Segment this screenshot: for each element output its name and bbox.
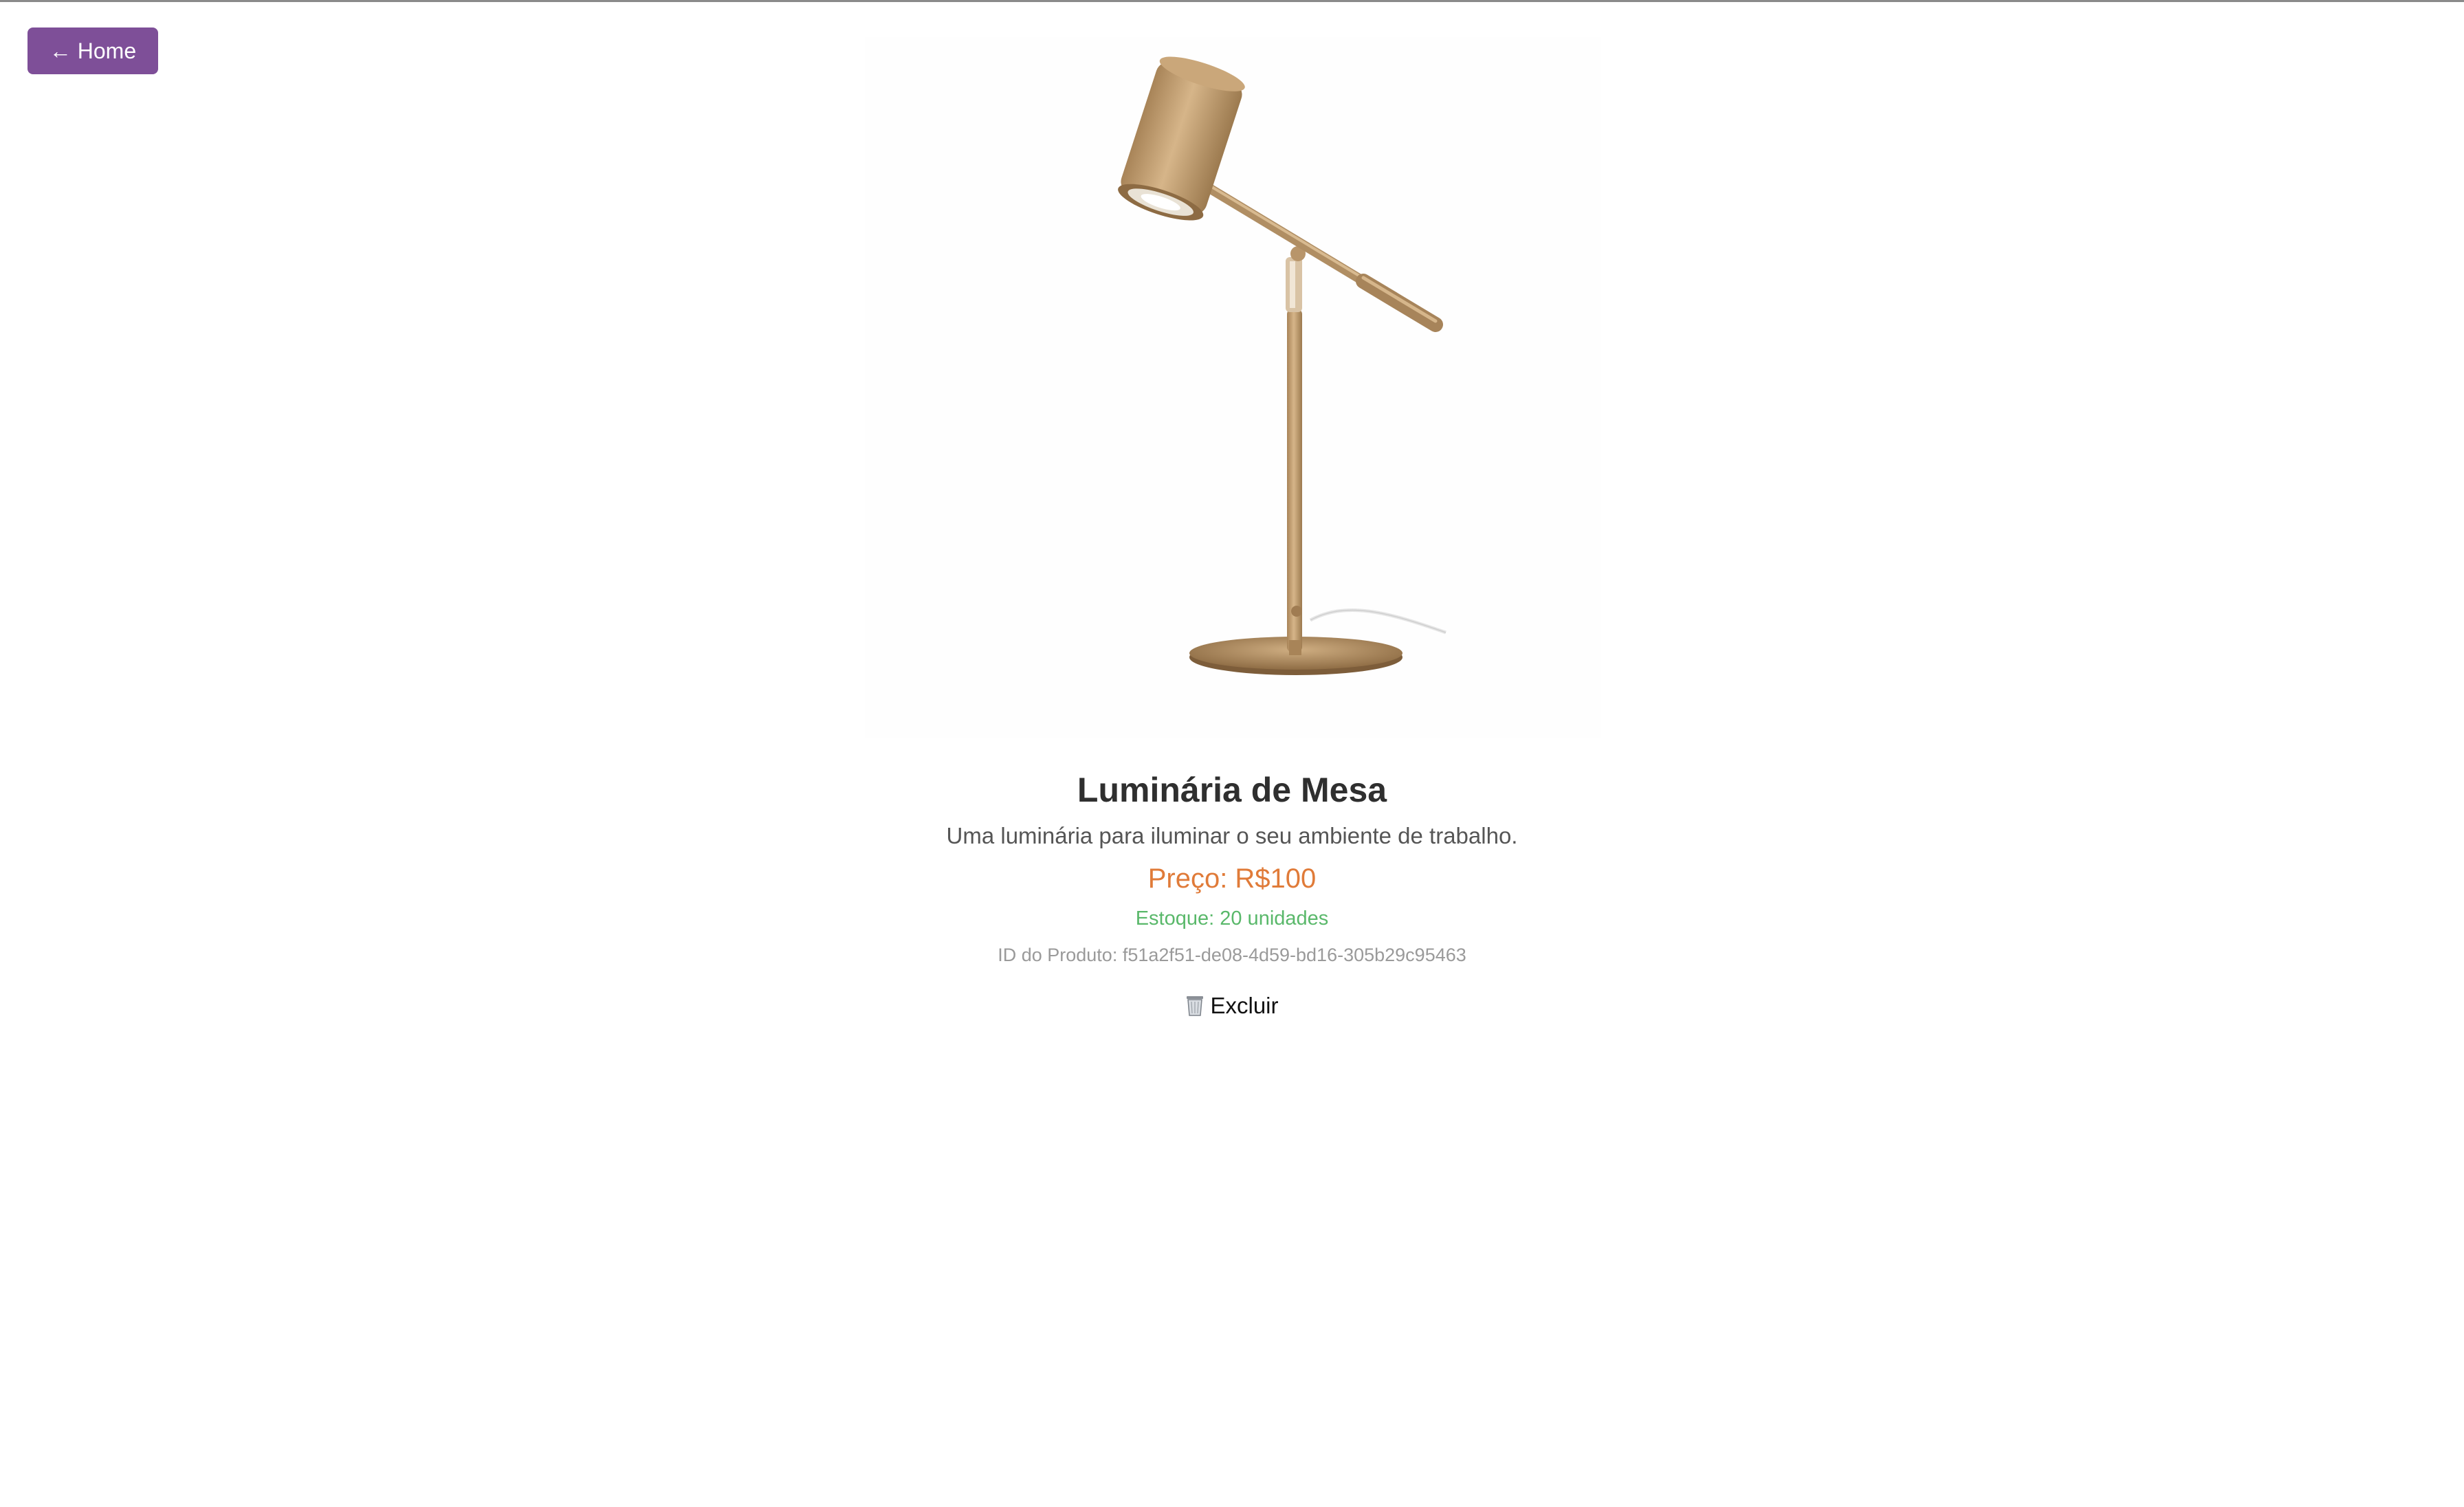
desk-lamp-illustration <box>1118 56 1446 675</box>
product-stock: Estoque: 20 unidades <box>1135 908 1329 930</box>
product-image <box>865 37 1600 738</box>
home-button[interactable]: ← Home <box>28 28 158 74</box>
trash-icon <box>1185 994 1204 1022</box>
delete-button-row: Excluir <box>0 993 2464 1022</box>
delete-label: Excluir <box>1210 993 1279 1018</box>
product-description: Uma luminária para iluminar o seu ambien… <box>946 823 1518 848</box>
delete-button[interactable]: Excluir <box>1185 993 1279 1022</box>
product-price: Preço: R$100 <box>1147 864 1317 894</box>
product-title: Luminária de Mesa <box>1077 771 1387 809</box>
top-border <box>0 0 2464 2</box>
product-id: ID do Produto: f51a2f51-de08-4d59-bd16-3… <box>998 945 1466 965</box>
